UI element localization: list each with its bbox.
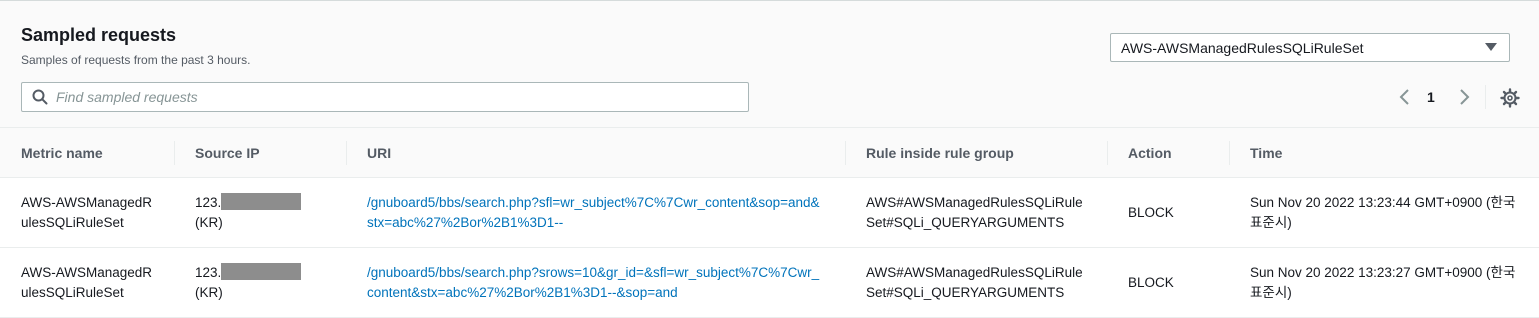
- column-header-source-ip[interactable]: Source IP: [174, 127, 346, 178]
- column-header-time[interactable]: Time: [1229, 127, 1539, 178]
- pager-divider: [1485, 85, 1486, 109]
- column-header-rule[interactable]: Rule inside rule group: [845, 127, 1107, 178]
- gear-icon[interactable]: [1500, 88, 1520, 108]
- table-row: AWS-AWSManagedRulesSQLiRuleSet 123. (KR)…: [0, 247, 1539, 318]
- source-ip-cell: 123. (KR): [174, 247, 346, 318]
- action-cell: BLOCK: [1107, 247, 1229, 318]
- rule-cell: AWS#AWSManagedRulesSQLiRuleSet#SQLi_QUER…: [845, 177, 1107, 248]
- rule-group-select[interactable]: AWS-AWSManagedRulesSQLiRuleSet: [1110, 33, 1510, 62]
- page-subtitle: Samples of requests from the past 3 hour…: [21, 53, 251, 67]
- caret-down-icon: [1485, 43, 1497, 51]
- panel-header: Sampled requests Samples of requests fro…: [0, 1, 1539, 127]
- redacted-ip-block: [221, 192, 302, 210]
- chevron-left-icon[interactable]: [1396, 87, 1414, 107]
- sampled-requests-panel: Sampled requests Samples of requests fro…: [0, 0, 1539, 318]
- metric-name-cell: AWS-AWSManagedRulesSQLiRuleSet: [0, 247, 174, 318]
- chevron-right-icon[interactable]: [1455, 87, 1473, 107]
- source-country: (KR): [195, 214, 223, 230]
- redacted-ip-block: [221, 262, 302, 280]
- uri-link[interactable]: /gnuboard5/bbs/search.php?sfl=wr_subject…: [367, 195, 820, 230]
- search-icon: [32, 89, 48, 105]
- uri-link[interactable]: /gnuboard5/bbs/search.php?srows=10&gr_id…: [367, 265, 819, 300]
- current-page-number[interactable]: 1: [1427, 89, 1435, 105]
- column-header-uri[interactable]: URI: [346, 127, 845, 178]
- table-row: AWS-AWSManagedRulesSQLiRuleSet 123. (KR)…: [0, 177, 1539, 248]
- search-input[interactable]: [56, 83, 736, 111]
- time-cell: Sun Nov 20 2022 13:23:44 GMT+0900 (한국 표준…: [1229, 177, 1539, 248]
- source-ip-cell: 123. (KR): [174, 177, 346, 248]
- column-header-metric-name[interactable]: Metric name: [0, 127, 174, 178]
- uri-cell: /gnuboard5/bbs/search.php?srows=10&gr_id…: [346, 247, 845, 318]
- time-cell: Sun Nov 20 2022 13:23:27 GMT+0900 (한국 표준…: [1229, 247, 1539, 318]
- page-title: Sampled requests: [21, 25, 177, 45]
- action-cell: BLOCK: [1107, 177, 1229, 248]
- search-box[interactable]: [21, 82, 749, 112]
- table-header-row: Metric name Source IP URI Rule inside ru…: [0, 127, 1539, 178]
- rule-cell: AWS#AWSManagedRulesSQLiRuleSet#SQLi_QUER…: [845, 247, 1107, 318]
- sampled-requests-table: Metric name Source IP URI Rule inside ru…: [0, 127, 1539, 318]
- source-ip-prefix: 123.: [195, 194, 222, 210]
- source-ip-prefix: 123.: [195, 264, 222, 280]
- column-header-action[interactable]: Action: [1107, 127, 1229, 178]
- source-country: (KR): [195, 284, 223, 300]
- uri-cell: /gnuboard5/bbs/search.php?sfl=wr_subject…: [346, 177, 845, 248]
- rule-group-select-value: AWS-AWSManagedRulesSQLiRuleSet: [1121, 40, 1364, 56]
- metric-name-cell: AWS-AWSManagedRulesSQLiRuleSet: [0, 177, 174, 248]
